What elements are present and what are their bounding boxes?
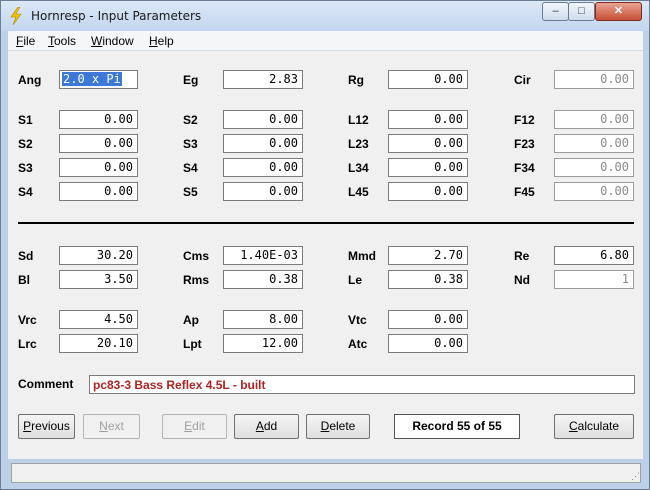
label-eg: Eg	[183, 73, 199, 87]
mmd-field[interactable]: 2.70	[388, 246, 468, 265]
vtc-field[interactable]: 0.00	[388, 310, 468, 329]
label-rg: Rg	[348, 73, 364, 87]
sd-field[interactable]: 30.20	[59, 246, 138, 265]
label-ap: Ap	[183, 313, 199, 327]
resize-grip-icon[interactable]: ⋰	[631, 471, 641, 481]
label-s2: S2	[183, 113, 198, 127]
label-atc: Atc	[348, 337, 368, 351]
s4-field[interactable]: 0.00	[59, 182, 138, 201]
le-field[interactable]: 0.38	[388, 270, 468, 289]
label-cir: Cir	[514, 73, 531, 87]
label-s4: S4	[183, 161, 198, 175]
menu-file[interactable]: File	[16, 34, 35, 48]
calculate-button[interactable]: Calculate	[554, 414, 634, 439]
f34-field[interactable]: 0.00	[554, 158, 634, 177]
menu-tools[interactable]: Tools	[48, 34, 76, 48]
close-button[interactable]: ✕	[595, 2, 642, 21]
label-f12: F12	[514, 113, 535, 127]
maximize-button[interactable]: □	[568, 2, 595, 21]
label-vtc: Vtc	[348, 313, 367, 327]
eg-field[interactable]: 2.83	[223, 70, 303, 89]
hornresp-window: Hornresp - Input Parameters – □ ✕ File T…	[0, 0, 650, 490]
label-s4: S4	[18, 185, 33, 199]
lightning-bolt-icon	[10, 7, 22, 25]
add-button[interactable]: Add	[234, 414, 299, 439]
label-s3: S3	[18, 161, 33, 175]
f45-field[interactable]: 0.00	[554, 182, 634, 201]
label-cms: Cms	[183, 249, 210, 263]
l34-field[interactable]: 0.00	[388, 158, 468, 177]
cms-field[interactable]: 1.40E-03	[223, 246, 303, 265]
s5-field[interactable]: 0.00	[223, 182, 303, 201]
label-s2: S2	[18, 137, 33, 151]
label-comment: Comment	[18, 377, 74, 391]
label-l12: L12	[348, 113, 369, 127]
previous-button[interactable]: Previous	[18, 414, 75, 439]
label-lpt: Lpt	[183, 337, 202, 351]
f23-field[interactable]: 0.00	[554, 134, 634, 153]
l45-field[interactable]: 0.00	[388, 182, 468, 201]
nd-field[interactable]: 1	[554, 270, 634, 289]
delete-button[interactable]: Delete	[306, 414, 370, 439]
label-s5: S5	[183, 185, 198, 199]
s2-field[interactable]: 0.00	[59, 134, 138, 153]
label-s1: S1	[18, 113, 33, 127]
label-bl: Bl	[18, 273, 30, 287]
input-parameters-panel: Ang 2.0 x Pi Eg 2.83 Rg 0.00 Cir 0.00 S1…	[8, 51, 643, 459]
label-mmd: Mmd	[348, 249, 376, 263]
edit-button[interactable]: Edit	[162, 414, 227, 439]
rms-field[interactable]: 0.38	[223, 270, 303, 289]
ang-field[interactable]: 2.0 x Pi	[59, 70, 138, 89]
label-sd: Sd	[18, 249, 34, 263]
label-l23: L23	[348, 137, 369, 151]
label-ang: Ang	[18, 73, 42, 87]
menu-bar: File Tools Window Help	[8, 31, 643, 51]
window-title: Hornresp - Input Parameters	[31, 9, 202, 23]
atc-field[interactable]: 0.00	[388, 334, 468, 353]
s1-field[interactable]: 0.00	[59, 110, 138, 129]
status-bar	[11, 463, 641, 483]
title-bar[interactable]: Hornresp - Input Parameters – □ ✕	[1, 1, 649, 31]
label-lrc: Lrc	[18, 337, 37, 351]
label-l45: L45	[348, 185, 369, 199]
label-f45: F45	[514, 185, 535, 199]
vrc-field[interactable]: 4.50	[59, 310, 138, 329]
next-button[interactable]: Next	[83, 414, 140, 439]
menu-window[interactable]: Window	[91, 34, 134, 48]
cir-field[interactable]: 0.00	[554, 70, 634, 89]
menu-help[interactable]: Help	[149, 34, 174, 48]
comment-field[interactable]: pc83-3 Bass Reflex 4.5L - built	[89, 375, 635, 394]
record-indicator: Record 55 of 55	[394, 414, 520, 439]
s3-field[interactable]: 0.00	[223, 134, 303, 153]
minimize-button[interactable]: –	[542, 2, 569, 21]
label-re: Re	[514, 249, 530, 263]
label-le: Le	[348, 273, 363, 287]
section-divider	[18, 222, 634, 224]
l23-field[interactable]: 0.00	[388, 134, 468, 153]
label-nd: Nd	[514, 273, 530, 287]
label-vrc: Vrc	[18, 313, 37, 327]
s4-field[interactable]: 0.00	[223, 158, 303, 177]
rg-field[interactable]: 0.00	[388, 70, 468, 89]
label-f23: F23	[514, 137, 535, 151]
l12-field[interactable]: 0.00	[388, 110, 468, 129]
label-f34: F34	[514, 161, 535, 175]
lrc-field[interactable]: 20.10	[59, 334, 138, 353]
label-rms: Rms	[183, 273, 210, 287]
f12-field[interactable]: 0.00	[554, 110, 634, 129]
re-field[interactable]: 6.80	[554, 246, 634, 265]
s3-field[interactable]: 0.00	[59, 158, 138, 177]
s2-field[interactable]: 0.00	[223, 110, 303, 129]
bl-field[interactable]: 3.50	[59, 270, 138, 289]
lpt-field[interactable]: 12.00	[223, 334, 303, 353]
label-s3: S3	[183, 137, 198, 151]
label-l34: L34	[348, 161, 369, 175]
ap-field[interactable]: 8.00	[223, 310, 303, 329]
